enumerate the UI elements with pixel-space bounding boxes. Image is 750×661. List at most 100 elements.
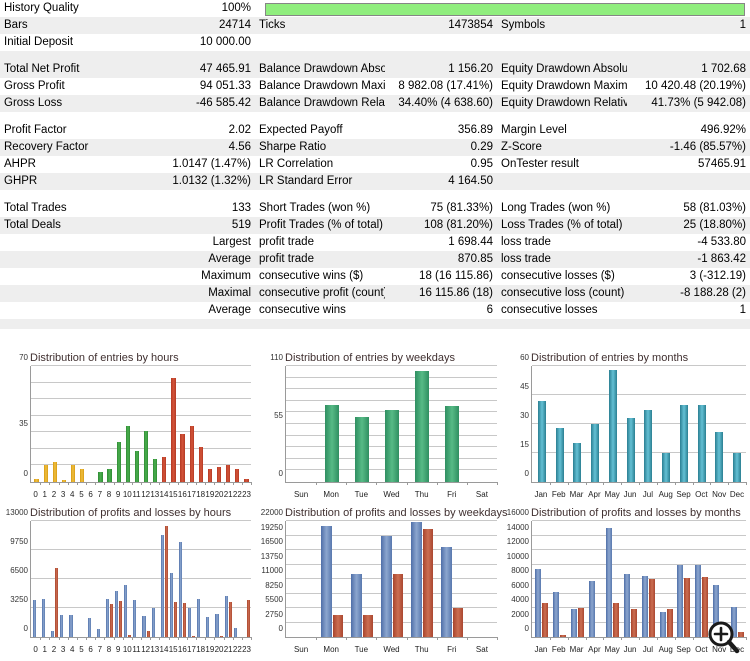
bar-slot[interactable] — [287, 521, 317, 637]
table-row[interactable]: Total Net Profit 47 465.91 Balance Drawdow… — [0, 61, 750, 78]
bar-slot[interactable] — [437, 521, 467, 637]
bar-slot[interactable] — [640, 521, 658, 637]
chart-profits-losses-by-weekdays[interactable]: Distribution of profits and losses by we… — [255, 505, 508, 660]
bar-slot[interactable] — [437, 366, 467, 482]
bar-slot[interactable] — [569, 366, 587, 482]
bar-slot[interactable] — [151, 366, 160, 482]
bar-slot[interactable] — [711, 366, 729, 482]
bar-slot[interactable] — [224, 366, 233, 482]
bar-slot[interactable] — [586, 521, 604, 637]
table-row[interactable]: Gross Profit 94 051.33 Balance Drawdown Ma… — [0, 78, 750, 95]
bar-slot[interactable] — [242, 521, 251, 637]
table-row[interactable]: Bars 24714 Ticks 1473854 Symbols 1 — [0, 17, 750, 34]
bar-slot[interactable] — [169, 366, 178, 482]
bar-slot[interactable] — [287, 366, 317, 482]
bar-slot[interactable] — [640, 366, 658, 482]
bar-slot[interactable] — [675, 521, 693, 637]
bar-slot[interactable] — [569, 521, 587, 637]
table-row[interactable]: Largest profit trade 1 698.44 loss trade -4 … — [0, 234, 750, 251]
bar-slot[interactable] — [41, 521, 50, 637]
table-row[interactable]: AHPR 1.0147 (1.47%) LR Correlation 0.95 OnTe… — [0, 156, 750, 173]
table-row[interactable]: Recovery Factor 4.56 Sharpe Ratio 0.29 Z-Sco… — [0, 139, 750, 156]
bar-slot[interactable] — [407, 366, 437, 482]
bar-slot[interactable] — [96, 366, 105, 482]
table-row[interactable]: Profit Factor 2.02 Expected Payoff 356.89 Ma… — [0, 122, 750, 139]
bar-slot[interactable] — [169, 521, 178, 637]
table-row[interactable]: Total Deals 519 Profit Trades (% of total)… — [0, 217, 750, 234]
bar-slot[interactable] — [622, 366, 640, 482]
bar-slot[interactable] — [224, 521, 233, 637]
bar-slot[interactable] — [657, 521, 675, 637]
bar-slot[interactable] — [196, 366, 205, 482]
bar-slot[interactable] — [604, 366, 622, 482]
bar-slot[interactable] — [604, 521, 622, 637]
bar-slot[interactable] — [215, 521, 224, 637]
bar-slot[interactable] — [187, 521, 196, 637]
table-row[interactable]: Initial Deposit 10 000.00 — [0, 34, 750, 51]
bar-slot[interactable] — [347, 366, 377, 482]
bar-slot[interactable] — [347, 521, 377, 637]
bar-slot[interactable] — [142, 366, 151, 482]
zoom-in-magnifier-icon[interactable] — [706, 620, 740, 654]
table-row[interactable]: Maximal consecutive profit (count) 16 115.… — [0, 285, 750, 302]
bar-slot[interactable] — [78, 521, 87, 637]
table-row[interactable]: Total Trades 133 Short Trades (won %) 75 (8… — [0, 200, 750, 217]
bar-slot[interactable] — [551, 366, 569, 482]
bar-slot[interactable] — [32, 521, 41, 637]
bar-slot[interactable] — [123, 521, 132, 637]
bar-slot[interactable] — [187, 366, 196, 482]
bar-slot[interactable] — [178, 521, 187, 637]
bar-slot[interactable] — [317, 366, 347, 482]
bar-slot[interactable] — [123, 366, 132, 482]
bar-slot[interactable] — [78, 366, 87, 482]
table-row[interactable]: Average profit trade 870.85 loss trade -1 86… — [0, 251, 750, 268]
table-row[interactable]: Maximum consecutive wins ($) 18 (16 115.86… — [0, 268, 750, 285]
table-row[interactable]: Gross Loss -46 585.42 Balance Drawdown Rel… — [0, 95, 750, 112]
bar-slot[interactable] — [50, 521, 59, 637]
chart-entries-by-weekdays[interactable]: Distribution of entries by weekdays 0 55 11… — [255, 350, 501, 505]
bar-slot[interactable] — [114, 521, 123, 637]
bar-slot[interactable] — [59, 366, 68, 482]
bar-slot[interactable] — [196, 521, 205, 637]
bar-slot[interactable] — [160, 366, 169, 482]
bar-slot[interactable] — [178, 366, 187, 482]
bar-slot[interactable] — [586, 366, 604, 482]
bar-slot[interactable] — [160, 521, 169, 637]
bar-slot[interactable] — [533, 366, 551, 482]
bar-slot[interactable] — [87, 521, 96, 637]
bar-slot[interactable] — [407, 521, 437, 637]
bar-slot[interactable] — [533, 521, 551, 637]
bar-slot[interactable] — [622, 521, 640, 637]
chart-entries-by-months[interactable]: Distribution of entries by months 0 15 30 45… — [501, 350, 750, 505]
bar-slot[interactable] — [142, 521, 151, 637]
bar-slot[interactable] — [87, 366, 96, 482]
bar-slot[interactable] — [151, 521, 160, 637]
bar-slot[interactable] — [693, 366, 711, 482]
bar-slot[interactable] — [377, 521, 407, 637]
bar-slot[interactable] — [233, 366, 242, 482]
bar-slot[interactable] — [675, 366, 693, 482]
bar-slot[interactable] — [96, 521, 105, 637]
bar-slot[interactable] — [114, 366, 123, 482]
table-row[interactable]: GHPR 1.0132 (1.32%) LR Standard Error 4 164… — [0, 173, 750, 190]
bar-slot[interactable] — [132, 521, 141, 637]
bar-slot[interactable] — [41, 366, 50, 482]
chart-entries-by-hours[interactable]: Distribution of entries by hours 0 35 70 0 1 2… — [0, 350, 255, 505]
bar-slot[interactable] — [205, 521, 214, 637]
bar-slot[interactable] — [59, 521, 68, 637]
bar-slot[interactable] — [728, 366, 746, 482]
bar-slot[interactable] — [467, 366, 497, 482]
table-row[interactable]: Average consecutive wins 6 consecutive loss… — [0, 302, 750, 319]
bar-slot[interactable] — [132, 366, 141, 482]
bar-slot[interactable] — [317, 521, 347, 637]
chart-profits-losses-by-hours[interactable]: Distribution of profits and losses by ho… — [0, 505, 255, 660]
bar-slot[interactable] — [32, 366, 41, 482]
bar-slot[interactable] — [69, 366, 78, 482]
bar-slot[interactable] — [657, 366, 675, 482]
bar-slot[interactable] — [242, 366, 251, 482]
bar-slot[interactable] — [69, 521, 78, 637]
bar-slot[interactable] — [105, 521, 114, 637]
bar-slot[interactable] — [50, 366, 59, 482]
bar-slot[interactable] — [377, 366, 407, 482]
bar-slot[interactable] — [551, 521, 569, 637]
